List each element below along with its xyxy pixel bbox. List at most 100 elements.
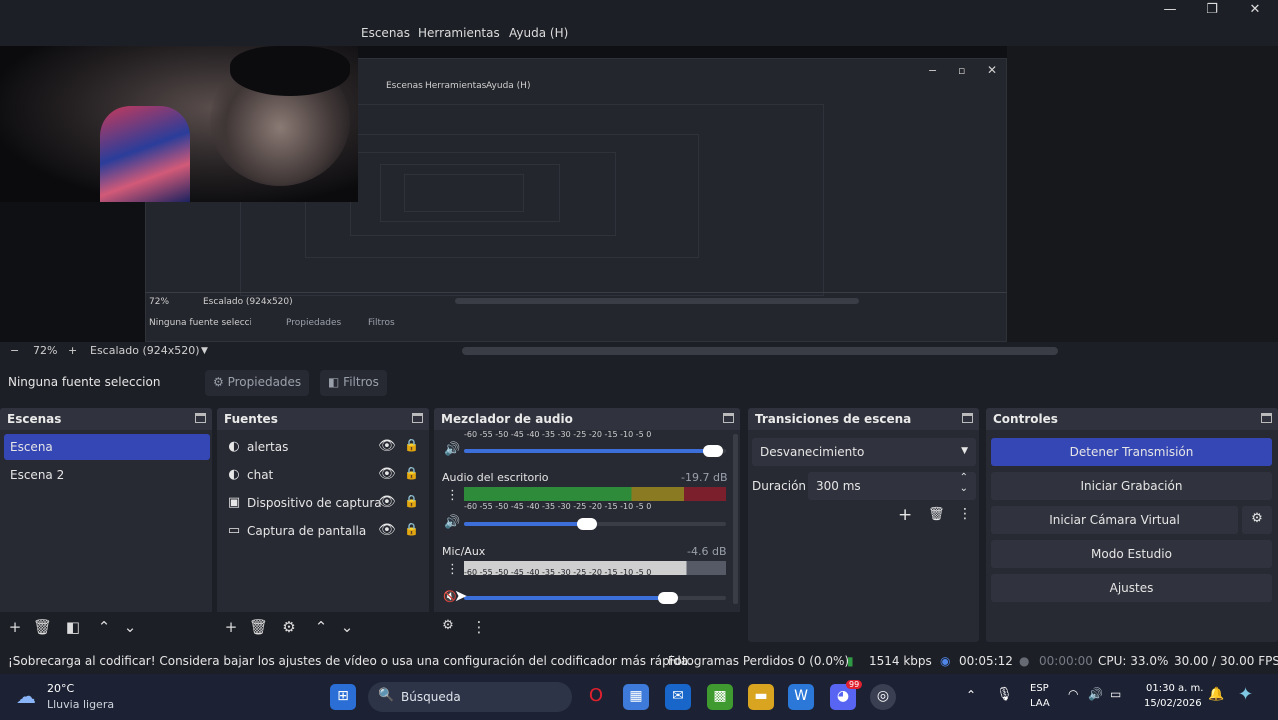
move-down-icon[interactable]: ⌄ — [338, 618, 356, 636]
filters-button[interactable]: ◧ Filtros — [320, 370, 387, 396]
lock-icon[interactable]: 🔒 — [404, 494, 419, 508]
minecraft-icon[interactable]: ▩ — [707, 684, 733, 710]
nested-maximize-icon: ▫ — [958, 64, 966, 77]
volume-slider-channel-2[interactable] — [464, 592, 726, 604]
preview-canvas[interactable]: Escenas Herramientas Ayuda (H) − ▫ ✕ 72%… — [0, 46, 1278, 342]
add-source-icon[interactable]: + — [222, 618, 240, 636]
mixer-scrollbar[interactable] — [733, 434, 738, 604]
menu-tools[interactable]: Herramientas — [418, 26, 500, 40]
channel-db: -4.6 dB — [687, 545, 727, 558]
channel-menu-icon[interactable]: ⋮ — [446, 562, 459, 577]
zoom-out-button[interactable]: − — [10, 344, 19, 357]
weather-icon[interactable]: ☁ — [16, 684, 36, 708]
float-dock-icon[interactable] — [412, 413, 423, 423]
float-dock-icon[interactable] — [1261, 413, 1272, 423]
float-dock-icon[interactable] — [723, 413, 734, 423]
source-settings-icon[interactable]: ⚙ — [280, 618, 298, 636]
menu-help[interactable]: Ayuda (H) — [509, 26, 568, 40]
source-item-chat[interactable]: ◐ chat 👁 🔒 — [224, 462, 429, 488]
eye-icon[interactable]: 👁 — [378, 466, 396, 482]
store-icon[interactable]: ▦ — [623, 684, 649, 710]
settings-button[interactable]: Ajustes — [991, 574, 1272, 602]
volume-knob[interactable] — [577, 518, 598, 530]
record-time: 00:00:00 — [1039, 654, 1093, 668]
mouse-cursor-icon: ➤ — [454, 586, 468, 605]
volume-icon[interactable]: 🔊 — [1088, 687, 1103, 701]
float-dock-icon[interactable] — [962, 413, 973, 423]
speaker-icon[interactable]: 🔊 — [444, 515, 460, 530]
language-top[interactable]: ESP — [1030, 683, 1049, 694]
speaker-icon[interactable]: 🔊 — [444, 442, 460, 457]
windows-start-icon[interactable]: ⊞ — [330, 684, 356, 710]
controls-dock-title: Controles — [993, 412, 1058, 426]
source-item-capture-device[interactable]: ▣ Dispositivo de captura 👁 🔒 — [224, 490, 429, 516]
scale-dropdown-icon[interactable]: ▼ — [201, 346, 208, 356]
scene-item-escena[interactable]: Escena — [4, 434, 210, 460]
channel-menu-icon[interactable]: ⋮ — [446, 488, 459, 503]
eye-icon[interactable]: 👁 — [378, 438, 396, 454]
file-explorer-icon[interactable]: ▬ — [748, 684, 774, 710]
tray-expand-icon[interactable]: ⌃ — [966, 688, 976, 702]
volume-knob[interactable] — [658, 592, 679, 604]
scene-item-escena-2[interactable]: Escena 2 — [4, 462, 210, 488]
mixer-menu-icon[interactable]: ⋮ — [470, 618, 488, 636]
studio-mode-button[interactable]: Modo Estudio — [991, 540, 1272, 568]
add-transition-icon[interactable]: + — [898, 505, 912, 525]
move-up-icon[interactable]: ⌃ — [95, 618, 113, 636]
preview-scrollbar[interactable] — [462, 347, 1058, 355]
zoom-in-button[interactable]: + — [68, 344, 77, 357]
copilot-icon[interactable]: ✦ — [1238, 684, 1253, 705]
properties-button[interactable]: ⚙ Propiedades — [205, 370, 310, 396]
add-scene-icon[interactable]: + — [6, 618, 24, 636]
word-icon[interactable]: W — [788, 684, 814, 710]
opera-icon[interactable]: O — [583, 684, 609, 710]
volume-slider-channel-0[interactable] — [464, 445, 726, 457]
outlook-icon[interactable]: ✉ — [665, 684, 691, 710]
minimize-button[interactable]: — — [1155, 2, 1185, 20]
advanced-audio-icon[interactable]: ⚙ — [439, 618, 457, 633]
close-button[interactable]: ✕ — [1240, 2, 1270, 20]
taskbar-search[interactable]: 🔍 Búsqueda — [368, 682, 572, 712]
lock-icon[interactable]: 🔒 — [404, 438, 419, 452]
battery-icon[interactable]: ▭ — [1110, 687, 1121, 701]
eye-icon[interactable]: 👁 — [378, 522, 396, 538]
obs-icon[interactable]: ◎ — [870, 684, 896, 710]
gear-icon: ⚙ — [213, 375, 224, 389]
duration-spinbox[interactable]: 300 ms ⌃ ⌄ — [808, 472, 976, 500]
notification-bell-icon[interactable]: 🔔 — [1208, 687, 1224, 702]
source-label: Dispositivo de captura — [247, 496, 382, 510]
lock-icon[interactable]: 🔒 — [404, 466, 419, 480]
move-up-icon[interactable]: ⌃ — [312, 618, 330, 636]
volume-knob[interactable] — [702, 445, 723, 457]
transition-menu-icon[interactable]: ⋮ — [958, 506, 972, 522]
clock-date[interactable]: 15/02/2026 — [1144, 698, 1202, 709]
language-bottom[interactable]: LAA — [1030, 698, 1050, 709]
float-dock-icon[interactable] — [195, 413, 206, 423]
remove-source-icon[interactable]: 🗑 — [249, 618, 268, 636]
zoom-value: 72% — [33, 344, 58, 357]
remove-scene-icon[interactable]: 🗑 — [33, 618, 52, 636]
virtual-camera-settings-button[interactable]: ⚙ — [1242, 506, 1272, 534]
volume-slider-channel-1[interactable] — [464, 518, 726, 530]
microphone-icon[interactable]: 🎙 — [996, 687, 1013, 702]
clock-time[interactable]: 01:30 a. m. — [1146, 683, 1203, 694]
source-item-screen-capture[interactable]: ▭ Captura de pantalla 👁 🔒 — [224, 518, 429, 544]
menu-scenes[interactable]: Escenas — [361, 26, 410, 40]
lock-icon[interactable]: 🔒 — [404, 522, 419, 536]
source-item-alertas[interactable]: ◐ alertas 👁 🔒 — [224, 434, 429, 460]
start-virtual-camera-button[interactable]: Iniciar Cámara Virtual — [991, 506, 1238, 534]
scene-filters-icon[interactable]: ◧ — [64, 618, 82, 636]
transition-select[interactable]: Desvanecimiento ▼ — [752, 438, 976, 466]
stop-streaming-button[interactable]: Detener Transmisión — [991, 438, 1272, 466]
chevron-down-icon[interactable]: ⌄ — [960, 483, 968, 494]
maximize-button[interactable]: ❐ — [1197, 2, 1227, 20]
chevron-up-icon[interactable]: ⌃ — [960, 472, 968, 483]
wifi-icon[interactable]: ◠ — [1068, 687, 1078, 701]
move-down-icon[interactable]: ⌄ — [121, 618, 139, 636]
filters-icon: ◧ — [328, 375, 340, 389]
start-recording-button[interactable]: Iniciar Grabación — [991, 472, 1272, 500]
nested-filters-label: Filtros — [368, 318, 395, 328]
eye-icon[interactable]: 👁 — [378, 494, 396, 510]
level-meter — [464, 487, 726, 501]
remove-transition-icon[interactable]: 🗑 — [928, 507, 945, 522]
